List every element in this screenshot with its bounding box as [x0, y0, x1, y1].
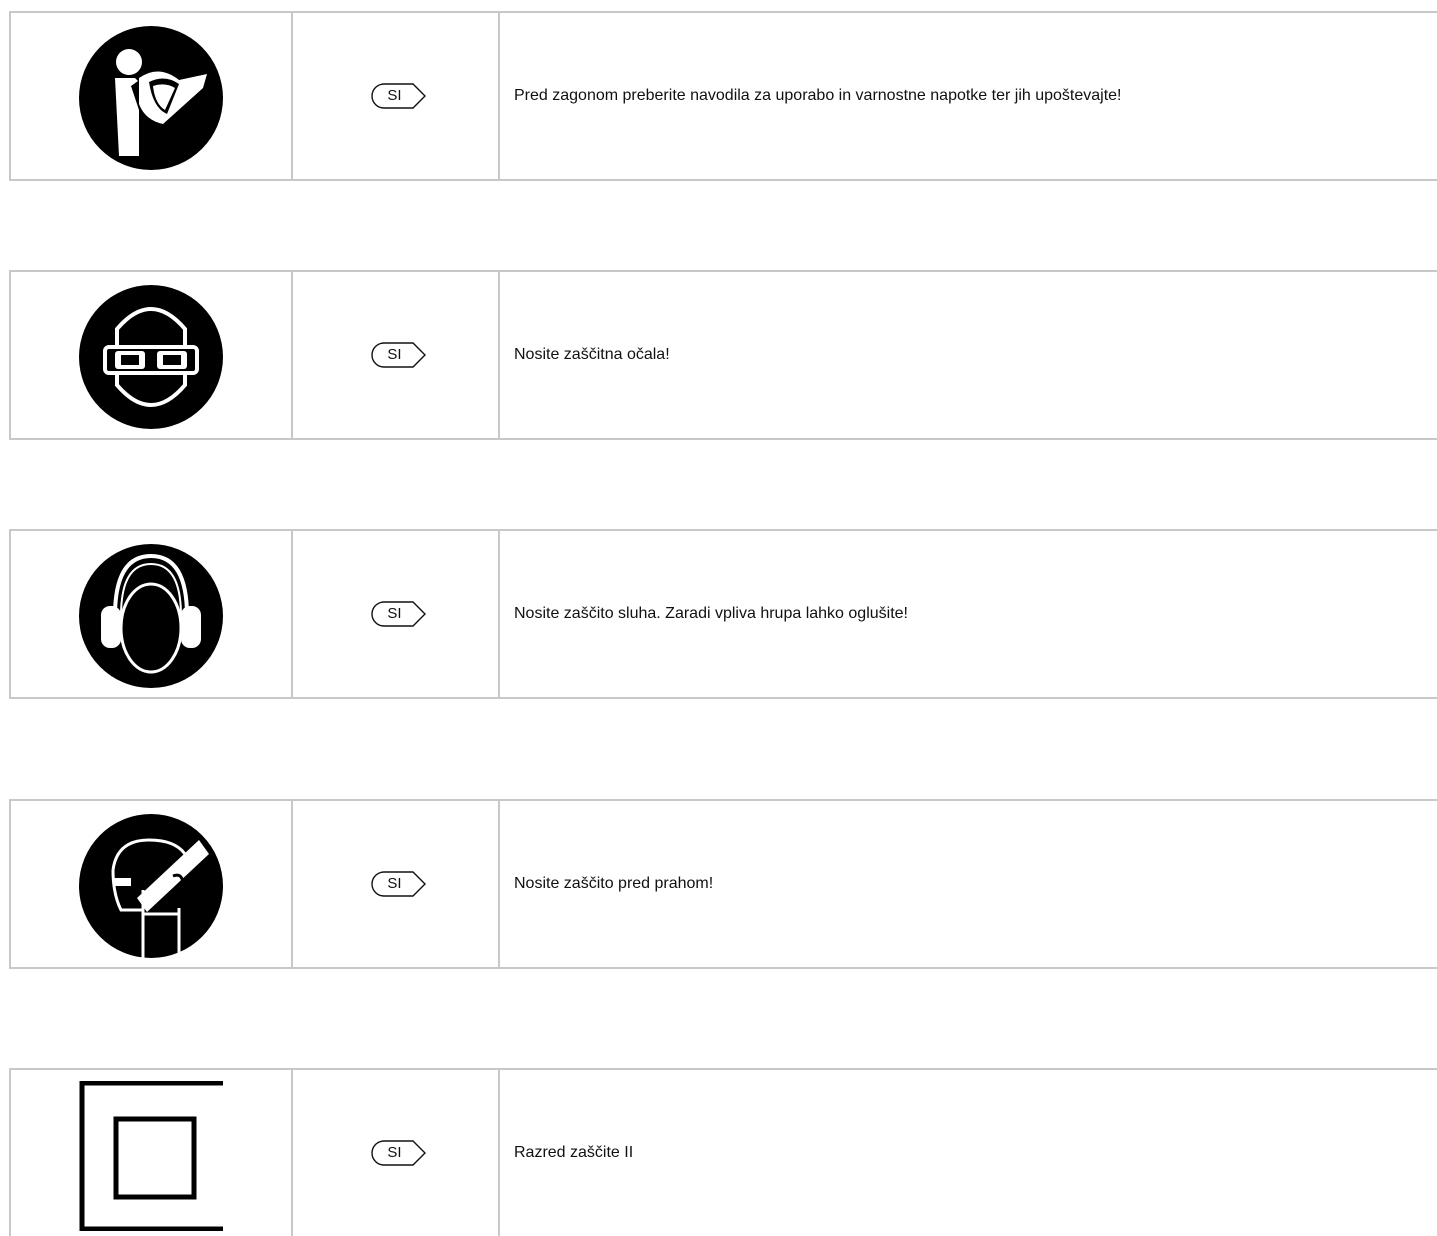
language-cell: SI [293, 272, 500, 438]
protection-class-ii-icon [79, 1081, 223, 1231]
language-badge: SI [371, 342, 427, 368]
language-badge: SI [371, 83, 427, 109]
symbol-row-safety-goggles: SI Nosite zaščitna očala! [9, 270, 1437, 440]
symbol-row-protection-class-ii: SI Razred zaščite II [9, 1068, 1437, 1236]
icon-cell [11, 1070, 293, 1236]
language-badge: SI [371, 871, 427, 897]
icon-cell [11, 272, 293, 438]
language-code: SI [387, 605, 402, 622]
description-cell: Nosite zaščitna očala! [500, 272, 1437, 438]
description-text: Pred zagonom preberite navodila za upora… [514, 87, 1122, 104]
read-manual-icon [79, 26, 223, 170]
description-text: Nosite zaščito sluha. Zaradi vpliva hrup… [514, 605, 908, 622]
language-cell: SI [293, 1070, 500, 1236]
language-code: SI [387, 346, 402, 363]
description-text: Nosite zaščito pred prahom! [514, 875, 714, 892]
description-cell: Nosite zaščito pred prahom! [500, 801, 1437, 967]
language-cell: SI [293, 13, 500, 179]
language-code: SI [387, 1144, 402, 1161]
dust-mask-icon [79, 814, 223, 958]
safety-goggles-icon [79, 285, 223, 429]
description-cell: Nosite zaščito sluha. Zaradi vpliva hrup… [500, 531, 1437, 697]
ear-protection-icon [79, 544, 223, 688]
language-code: SI [387, 87, 402, 104]
icon-cell [11, 531, 293, 697]
description-text: Nosite zaščitna očala! [514, 346, 670, 363]
language-code: SI [387, 875, 402, 892]
language-cell: SI [293, 801, 500, 967]
language-cell: SI [293, 531, 500, 697]
description-cell: Razred zaščite II [500, 1070, 1437, 1236]
description-cell: Pred zagonom preberite navodila za upora… [500, 13, 1437, 179]
language-badge: SI [371, 1140, 427, 1166]
symbol-row-read-manual: SI Pred zagonom preberite navodila za up… [9, 11, 1437, 181]
description-text: Razred zaščite II [514, 1144, 634, 1161]
icon-cell [11, 801, 293, 967]
icon-cell [11, 13, 293, 179]
language-badge: SI [371, 601, 427, 627]
symbol-row-ear-protection: SI Nosite zaščito sluha. Zaradi vpliva h… [9, 529, 1437, 699]
symbol-row-dust-mask: SI Nosite zaščito pred prahom! [9, 799, 1437, 969]
